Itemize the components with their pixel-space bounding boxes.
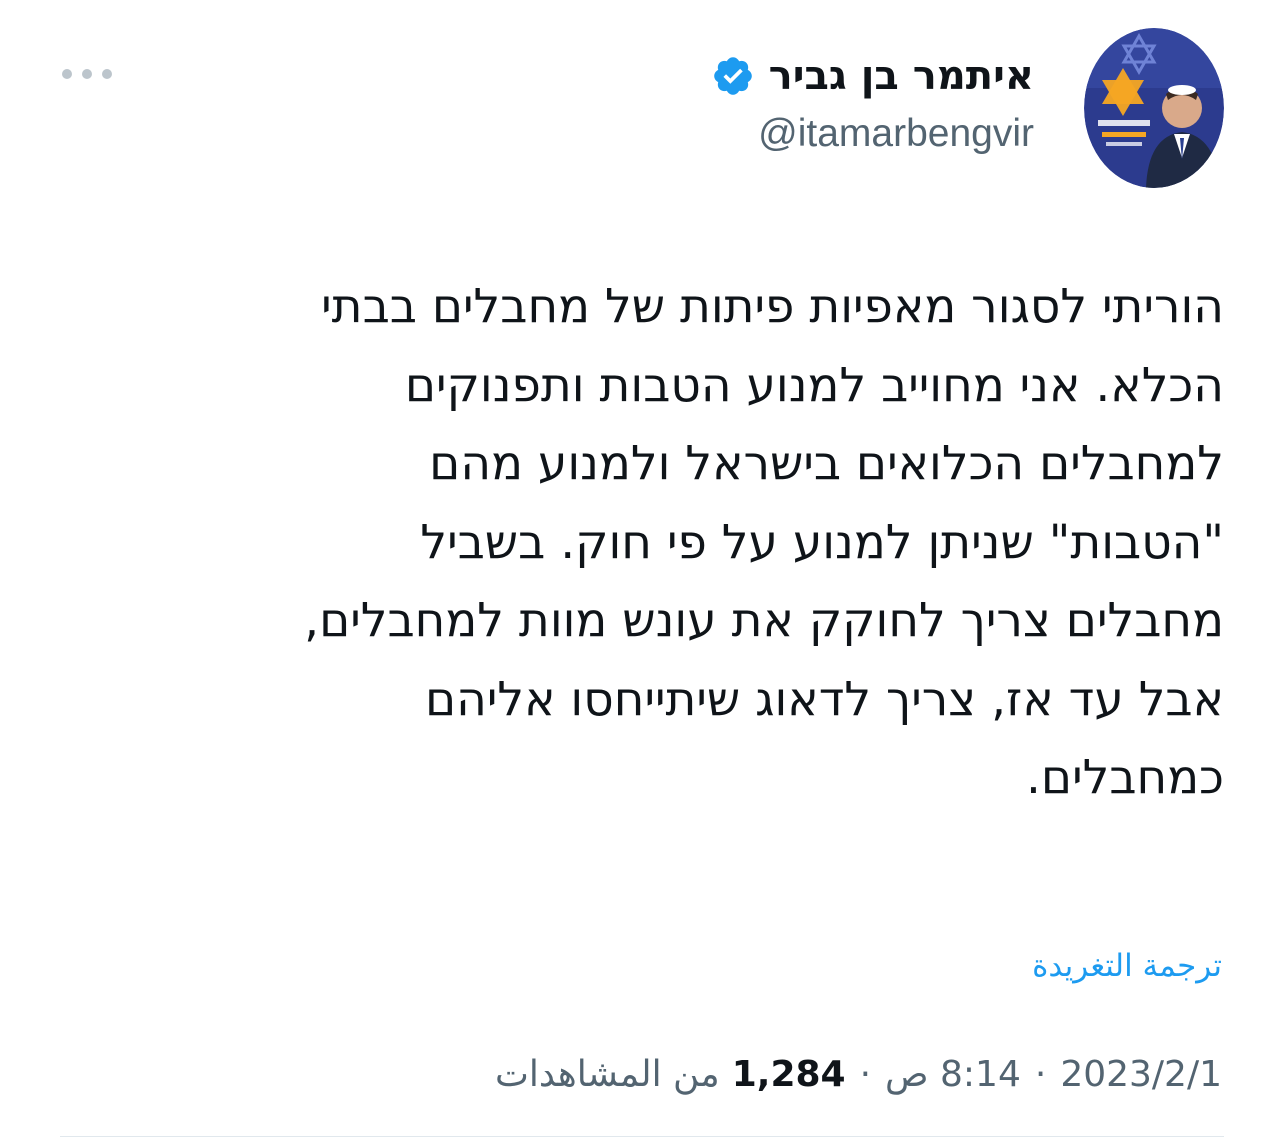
author-name-row[interactable]: איתמר בן גביר: [711, 48, 1034, 104]
tweet-text-line: למחבלים הכלואים בישראל ולמנוע מהם: [429, 436, 1224, 491]
views-label: من المشاهدات: [494, 1053, 720, 1095]
more-dots-icon: [102, 69, 112, 79]
author-display-name[interactable]: איתמר בן גביר: [769, 53, 1034, 99]
tweet-text: הוריתי לסגור מאפיות פיתות של מחבלים בבתי…: [54, 268, 1224, 818]
author-handle[interactable]: @itamarbengvir: [758, 112, 1034, 156]
more-options-button[interactable]: [62, 60, 112, 88]
more-dots-icon: [82, 69, 92, 79]
tweet-text-line: אבל עד אז, צריך לדאוג שיתייחסו אליהם: [424, 671, 1224, 727]
more-dots-icon: [62, 69, 72, 79]
meta-separator: ·: [1034, 1053, 1047, 1095]
views-count[interactable]: 1,284: [732, 1054, 846, 1095]
tweet-card: איתמר בן גביר @itamarbengvir הוריתי לסגו…: [0, 0, 1284, 1146]
avatar-image: [1084, 28, 1224, 188]
tweet-date[interactable]: 2023/2/1: [1060, 1054, 1222, 1095]
meta-separator: ·: [859, 1053, 872, 1095]
translate-tweet-link[interactable]: ترجمة التغريدة: [1032, 948, 1222, 984]
tweet-text-line: הכלא. אני מחוייב למנוע הטבות ותפנוקים: [404, 357, 1224, 413]
tweet-meta: 2023/2/1 · 8:14 ص · 1,284 من المشاهدات: [495, 1046, 1222, 1102]
avatar[interactable]: [1084, 28, 1224, 188]
tweet-text-line: כמחבלים.: [1025, 750, 1224, 805]
tweet-text-line: "הטבות" שניתן למנוע על פי חוק. בשביל: [420, 514, 1224, 570]
tweet-time[interactable]: 8:14 ص: [885, 1054, 1021, 1095]
tweet-text-line: מחבלים צריך לחוקק את עונש מוות למחבלים,: [304, 593, 1224, 648]
divider: [60, 1136, 1224, 1137]
verified-badge-icon: [713, 57, 752, 95]
tweet-text-line: הוריתי לסגור מאפיות פיתות של מחבלים בבתי: [321, 279, 1224, 334]
